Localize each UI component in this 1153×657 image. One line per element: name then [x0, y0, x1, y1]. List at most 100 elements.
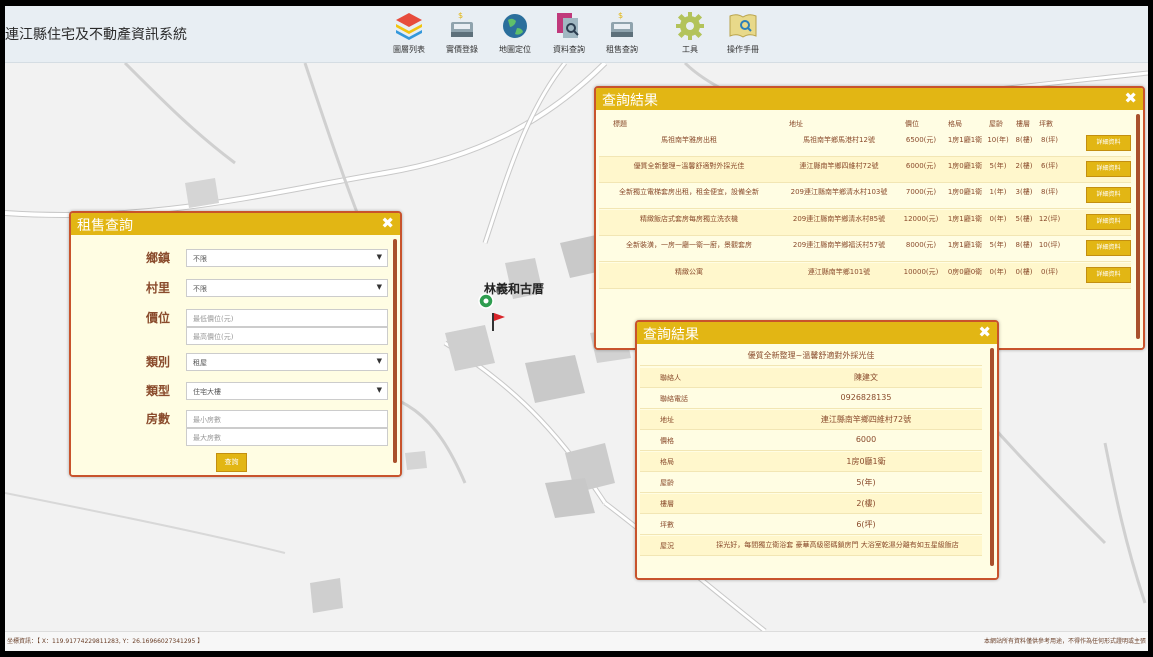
price-min-input[interactable]: 最低價位(元) — [186, 309, 388, 327]
detail-key: 聯絡人 — [660, 374, 681, 382]
cell-age: 0(年) — [989, 268, 1007, 276]
results-titlebar[interactable]: 查詢結果 ✖ — [596, 88, 1143, 110]
tool-rent-sale-query[interactable]: $ 租售查詢 — [599, 10, 645, 55]
manual-icon — [729, 14, 757, 38]
disclaimer-text: 本網站所有資料僅供參考用途，不得作為任何形式證明或主張 — [983, 638, 1146, 645]
detail-row: 屋況 採光好，每間獨立衛浴套 豪華高級密碼鎖房門 大浴室乾濕分離有如五星級飯店 — [640, 536, 982, 556]
tool-data-query[interactable]: 資料查詢 — [546, 10, 592, 55]
table-row: 精緻飯店式套房每房獨立洗衣機 209連江縣南竿鄉清水村85號 12000(元) 1房1… — [599, 210, 1131, 236]
cell-price: 12000(元) — [903, 215, 939, 223]
detail-scrollbar[interactable] — [990, 348, 994, 566]
cell-title: 精緻公寓 — [675, 268, 703, 276]
detail-button[interactable]: 詳細資料 — [1086, 187, 1131, 203]
cell-title: 精緻飯店式套房每房獨立洗衣機 — [640, 215, 738, 223]
cell-layout: 1房0廳1衛 — [947, 162, 983, 170]
cell-price: 7000(元) — [905, 188, 937, 196]
rooms-max-input[interactable]: 最大房數 — [186, 428, 388, 446]
rent-query-titlebar[interactable]: 租售查詢 ✖ — [71, 213, 400, 235]
data-query-icon — [557, 13, 579, 38]
detail-row: 聯絡人 陳建文 — [640, 368, 982, 388]
site-title: 連江縣住宅及不動產資訊系統 — [5, 27, 187, 43]
township-select[interactable]: 不限 ▼ — [186, 249, 388, 267]
detail-title: 查詢結果 — [643, 327, 699, 343]
cell-area: 10(坪) — [1038, 241, 1061, 249]
category-select[interactable]: 租屋 ▼ — [186, 353, 388, 371]
cell-title: 馬祖南竿雅房出租 — [661, 136, 717, 144]
cell-price: 8000(元) — [905, 241, 937, 249]
cell-area: 8(坪) — [1041, 136, 1058, 144]
price-max-input[interactable]: 最高價位(元) — [186, 327, 388, 345]
table-row: 全新裝潢，一房一廳一衛一廚，景觀套房 209連江縣南竿鄉福沃村57號 8000(元)… — [599, 236, 1131, 262]
price-register-icon: $ — [451, 11, 473, 37]
detail-key: 聯絡電話 — [660, 395, 688, 403]
layers-icon — [396, 13, 422, 40]
detail-value: 6000 — [855, 435, 877, 444]
results-close-icon[interactable]: ✖ — [1124, 89, 1137, 107]
detail-value: 採光好，每間獨立衛浴套 豪華高級密碼鎖房門 大浴室乾濕分離有如五星級飯店 — [716, 541, 959, 549]
tool-layers[interactable]: 圖層列表 — [386, 10, 432, 55]
detail-value: 陳建文 — [854, 373, 878, 382]
cell-layout: 0房0廳0衛 — [947, 268, 983, 276]
col-price: 價位 — [905, 120, 919, 128]
type-select[interactable]: 住宅大樓 ▼ — [186, 382, 388, 400]
detail-titlebar[interactable]: 查詢結果 ✖ — [637, 322, 997, 344]
svg-text:$: $ — [618, 11, 623, 20]
detail-button[interactable]: 詳細資料 — [1086, 240, 1131, 256]
cell-layout: 1房1廳1衛 — [947, 241, 983, 249]
tool-map-locate[interactable]: 地圖定位 — [492, 10, 538, 55]
query-button[interactable]: 查詢 — [216, 453, 247, 472]
rooms-min-input[interactable]: 最小房數 — [186, 410, 388, 428]
detail-key: 價格 — [660, 437, 674, 445]
detail-button[interactable]: 詳細資料 — [1086, 161, 1131, 177]
globe-locate-icon — [501, 12, 529, 40]
detail-row: 價格 6000 — [640, 431, 982, 451]
cell-address: 馬祖南竿鄉馬港村12號 — [803, 136, 875, 144]
tool-tools[interactable]: 工具 — [667, 10, 713, 55]
top-header: 連江縣住宅及不動產資訊系統 圖層列表 $ 實價登錄 地圖定位 資料查詢 $ 租售… — [5, 6, 1148, 63]
detail-key: 屋齡 — [660, 479, 674, 487]
cell-address: 連江縣南竿鄉101號 — [807, 268, 871, 276]
cell-title: 優質全新整理~溫馨舒適對外採光佳 — [633, 162, 745, 170]
detail-close-icon[interactable]: ✖ — [978, 323, 991, 341]
detail-value: 連江縣南竿鄉四維村72號 — [820, 415, 912, 424]
table-row: 精緻公寓 連江縣南竿鄉101號 10000(元) 0房0廳0衛 0(年) 0(樓) 0(坪)… — [599, 263, 1131, 289]
table-row: 全新獨立電梯套房出租，租金便宜，設備全新 209連江縣南竿鄉清水村103號 7000… — [599, 183, 1131, 209]
red-flag-icon[interactable] — [489, 311, 509, 335]
detail-key: 地址 — [660, 416, 674, 424]
cell-floor: 5(樓) — [1015, 215, 1033, 223]
township-label: 鄉鎮 — [146, 251, 171, 265]
village-select[interactable]: 不限 ▼ — [186, 279, 388, 297]
cell-age: 0(年) — [989, 215, 1007, 223]
col-title: 標題 — [613, 120, 627, 128]
category-label: 類別 — [146, 355, 171, 369]
detail-panel: 查詢結果 ✖ 優質全新整理~溫馨舒適對外採光佳 聯絡人 陳建文聯絡電話 092682… — [635, 320, 999, 580]
detail-row: 坪數 6(坪) — [640, 515, 982, 535]
rooms-label: 房數 — [146, 412, 171, 426]
col-layout: 格局 — [948, 120, 962, 128]
tool-price-register[interactable]: $ 實價登錄 — [439, 10, 485, 55]
rent-query-scrollbar[interactable] — [393, 239, 397, 463]
detail-row: 樓層 2(樓) — [640, 494, 982, 514]
tool-manual[interactable]: 操作手冊 — [720, 10, 766, 55]
chevron-down-icon: ▼ — [376, 357, 382, 365]
detail-value: 0926828135 — [840, 393, 892, 402]
village-label: 村里 — [146, 281, 171, 295]
results-scrollbar[interactable] — [1136, 114, 1140, 339]
detail-button[interactable]: 詳細資料 — [1086, 135, 1131, 151]
cell-area: 8(坪) — [1041, 188, 1058, 196]
rent-query-panel: 租售查詢 ✖ 鄉鎮 不限 ▼ 村里 不限 ▼ 價位 最低價位(元) 最高價位(元) … — [69, 211, 402, 477]
detail-button[interactable]: 詳細資料 — [1086, 267, 1131, 283]
rent-query-title: 租售查詢 — [77, 218, 133, 234]
app-screen: 林義和古厝 連江縣住宅及不動產資訊系統 圖層列表 $ 實價登錄 地圖定位 資料查… — [5, 6, 1148, 651]
detail-value: 2(樓) — [856, 499, 876, 508]
cell-area: 12(坪) — [1038, 215, 1061, 223]
detail-heading-row: 優質全新整理~溫馨舒適對外採光佳 — [640, 346, 982, 366]
gear-icon — [676, 12, 704, 40]
detail-button[interactable]: 詳細資料 — [1086, 214, 1131, 230]
cell-age: 1(年) — [989, 188, 1007, 196]
coords-readout: 坐標資訊：【 X：119.91774229811283, Y：26.169660… — [7, 638, 204, 645]
chevron-down-icon: ▼ — [376, 386, 382, 394]
rent-query-close-icon[interactable]: ✖ — [381, 214, 394, 232]
detail-key: 屋況 — [660, 542, 674, 550]
rent-sale-query-icon: $ — [611, 11, 633, 37]
